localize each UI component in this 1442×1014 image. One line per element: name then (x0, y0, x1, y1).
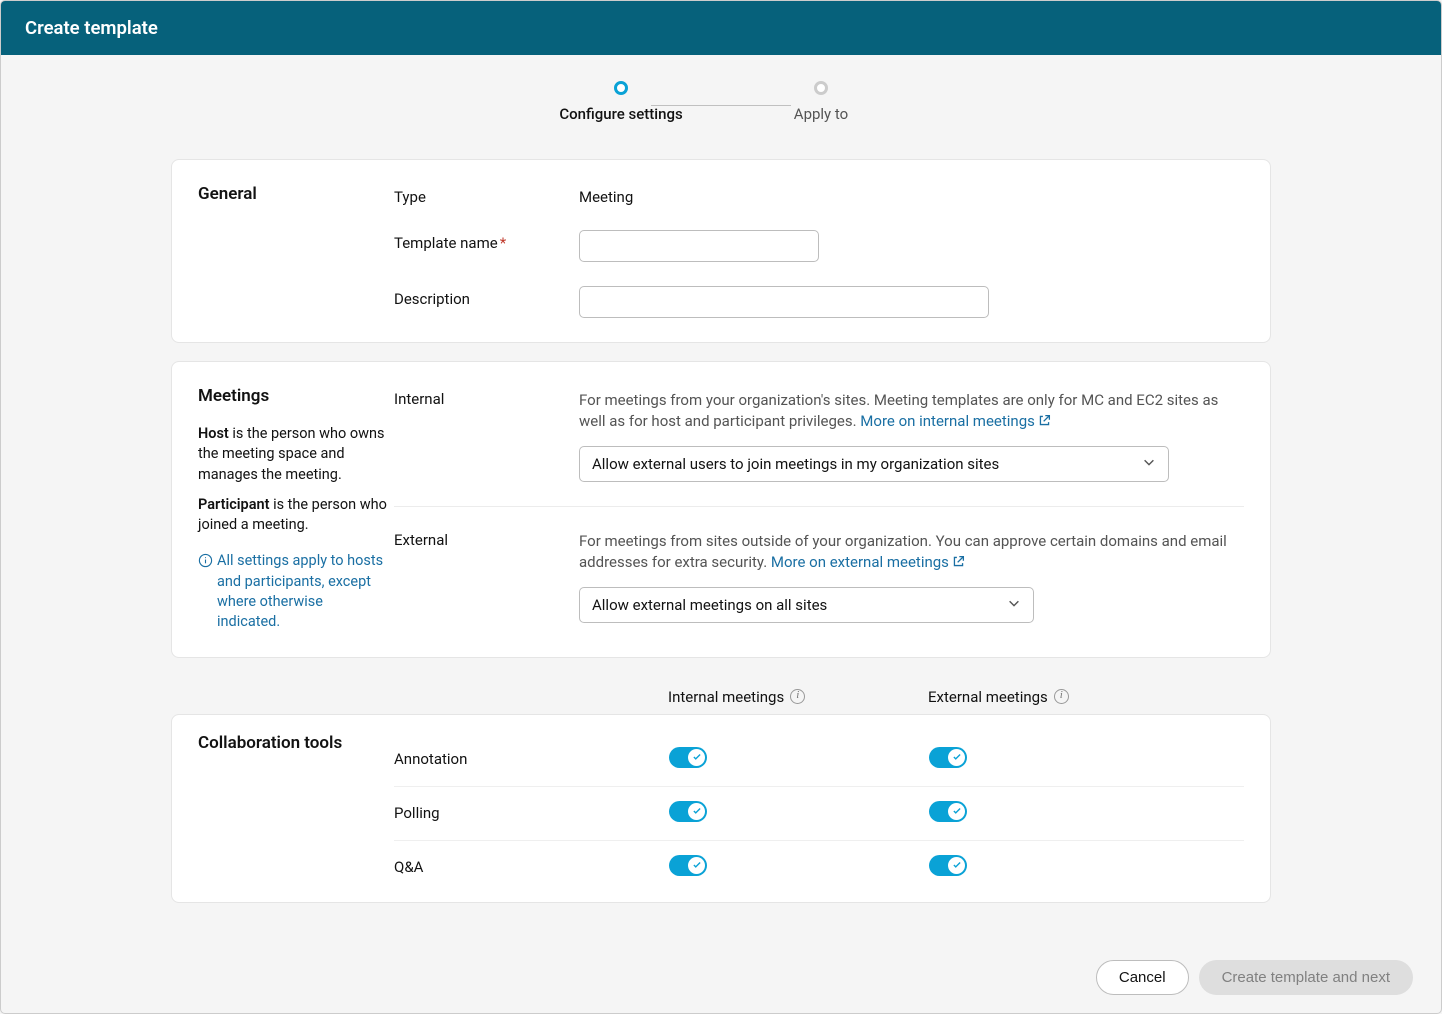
external-meetings-header: External meetings (928, 688, 1245, 706)
tool-label: Polling (394, 804, 669, 822)
meetings-card: Meetings Host is the person who owns the… (171, 361, 1271, 658)
settings-scope-note: All settings apply to hosts and particip… (198, 551, 388, 632)
chevron-down-icon (1142, 455, 1156, 473)
stepper-line (651, 105, 791, 106)
step-configure-settings[interactable]: Configure settings (536, 81, 706, 123)
collaboration-tools-card: Collaboration tools Annotation Polling Q… (171, 714, 1271, 903)
annotation-external-toggle[interactable] (929, 747, 967, 768)
tool-label: Q&A (394, 858, 669, 876)
type-value: Meeting (579, 184, 1244, 206)
participant-hint: Participant is the person who joined a m… (198, 495, 388, 536)
divider (394, 506, 1244, 507)
step-dot-icon (814, 81, 828, 95)
template-name-label: Template name* (394, 230, 579, 252)
external-meetings-link[interactable]: More on external meetings (771, 553, 965, 571)
tool-label: Annotation (394, 750, 669, 768)
check-icon (952, 752, 962, 762)
type-label: Type (394, 184, 579, 206)
meetings-title: Meetings (198, 386, 388, 406)
info-icon[interactable] (1054, 689, 1069, 704)
step-label: Apply to (794, 105, 848, 123)
info-icon (198, 553, 213, 568)
host-hint: Host is the person who owns the meeting … (198, 424, 388, 485)
wizard-stepper: Configure settings Apply to (1, 55, 1441, 133)
internal-meetings-link[interactable]: More on internal meetings (860, 412, 1051, 430)
polling-internal-toggle[interactable] (669, 801, 707, 822)
page-title: Create template (25, 17, 158, 39)
external-select-value: Allow external meetings on all sites (592, 596, 827, 614)
check-icon (952, 860, 962, 870)
collab-title: Collaboration tools (198, 733, 388, 753)
step-dot-icon (614, 81, 628, 95)
external-link-icon (952, 555, 965, 568)
external-label: External (394, 527, 579, 549)
template-name-input[interactable] (579, 230, 819, 262)
general-card: General Type Meeting Template name* Desc… (171, 159, 1271, 343)
polling-external-toggle[interactable] (929, 801, 967, 822)
step-label: Configure settings (559, 105, 682, 123)
tool-row-polling: Polling (394, 786, 1244, 840)
description-input[interactable] (579, 286, 989, 318)
external-select[interactable]: Allow external meetings on all sites (579, 587, 1034, 623)
check-icon (952, 806, 962, 816)
check-icon (692, 752, 702, 762)
qa-external-toggle[interactable] (929, 855, 967, 876)
footer-actions: Cancel Create template and next (1, 942, 1441, 1013)
create-template-next-button[interactable]: Create template and next (1199, 960, 1413, 995)
description-label: Description (394, 286, 579, 308)
internal-desc: For meetings from your organization's si… (579, 390, 1244, 432)
check-icon (692, 860, 702, 870)
step-apply-to[interactable]: Apply to (736, 81, 906, 123)
internal-label: Internal (394, 386, 579, 408)
page-header: Create template (1, 1, 1441, 55)
tool-row-qa: Q&A (394, 840, 1244, 894)
internal-select[interactable]: Allow external users to join meetings in… (579, 446, 1169, 482)
external-desc: For meetings from sites outside of your … (579, 531, 1244, 573)
general-title: General (198, 184, 388, 204)
qa-internal-toggle[interactable] (669, 855, 707, 876)
internal-meetings-header: Internal meetings (668, 688, 928, 706)
collab-column-headers: Internal meetings External meetings (171, 688, 1271, 706)
tool-row-annotation: Annotation (394, 733, 1244, 786)
annotation-internal-toggle[interactable] (669, 747, 707, 768)
cancel-button[interactable]: Cancel (1096, 960, 1189, 995)
external-link-icon (1038, 414, 1051, 427)
internal-select-value: Allow external users to join meetings in… (592, 455, 999, 473)
chevron-down-icon (1007, 596, 1021, 614)
info-icon[interactable] (790, 689, 805, 704)
check-icon (692, 806, 702, 816)
